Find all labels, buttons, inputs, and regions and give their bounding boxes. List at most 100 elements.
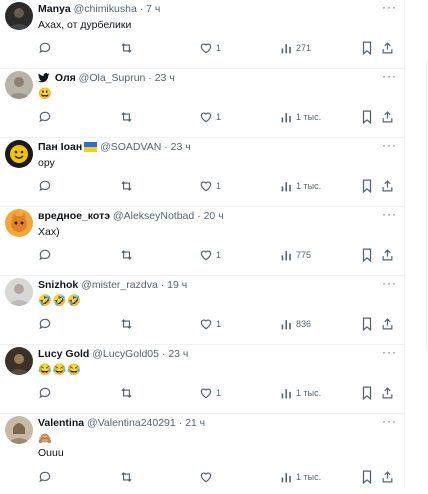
like-button[interactable]: 1 — [199, 316, 221, 332]
bookmark-button[interactable] — [361, 469, 373, 485]
views-icon — [280, 111, 293, 124]
timestamp[interactable]: 23 ч — [168, 348, 188, 360]
separator: · — [148, 72, 152, 84]
avatar[interactable] — [5, 2, 33, 30]
reply-button[interactable] — [38, 40, 52, 56]
user-handle[interactable]: @AlekseyNotbad — [113, 210, 194, 222]
avatar[interactable] — [5, 278, 33, 306]
retweet-button[interactable] — [119, 469, 134, 485]
views-button[interactable]: 1 тыс. — [280, 178, 321, 194]
more-options-icon[interactable]: ··· — [382, 414, 397, 428]
display-name[interactable]: Snizhok — [38, 279, 78, 291]
tweet-reply[interactable]: Пан Іоан @SOADVAN · 23 ч ··· ору 1 1 тыс… — [0, 138, 404, 207]
timestamp[interactable]: 7 ч — [146, 3, 160, 15]
more-options-icon[interactable]: ··· — [382, 276, 397, 290]
more-options-icon[interactable]: ··· — [382, 0, 397, 14]
reply-icon — [38, 110, 52, 124]
reply-button[interactable] — [38, 316, 52, 332]
retweet-icon — [119, 179, 134, 193]
views-button[interactable]: 1 тыс. — [280, 109, 321, 125]
tweet-reply[interactable]: Lucy Gold @LucyGold05 · 23 ч ··· 😂😂😂 1 1… — [0, 345, 404, 414]
reply-button[interactable] — [38, 247, 52, 263]
avatar[interactable] — [5, 347, 33, 375]
timestamp[interactable]: 19 ч — [167, 279, 187, 291]
display-name[interactable]: Оля — [55, 72, 76, 84]
views-button[interactable]: 271 — [280, 40, 311, 56]
display-name[interactable]: Lucy Gold — [38, 348, 89, 360]
bookmark-button[interactable] — [361, 385, 373, 401]
share-button[interactable] — [381, 40, 394, 56]
display-name[interactable]: вредное_котэ — [38, 210, 110, 222]
share-button[interactable] — [381, 385, 394, 401]
views-button[interactable]: 836 — [280, 316, 311, 332]
share-button[interactable] — [381, 109, 394, 125]
display-name[interactable]: Valentina — [38, 417, 84, 429]
separator: · — [139, 3, 144, 15]
share-button[interactable] — [381, 247, 394, 263]
bookmark-icon — [361, 110, 373, 124]
bookmark-button[interactable] — [361, 316, 373, 332]
tweet-reply[interactable]: Оля @Ola_Suprun · 23 ч ··· 😃 1 1 тыс. — [0, 69, 404, 138]
like-button[interactable]: 1 — [199, 178, 221, 194]
reply-button[interactable] — [38, 178, 52, 194]
views-button[interactable]: 1 тыс. — [280, 469, 321, 485]
more-options-icon[interactable]: ··· — [382, 345, 397, 359]
retweet-button[interactable] — [119, 385, 134, 401]
separator: · — [160, 279, 165, 291]
like-button[interactable]: 1 — [199, 385, 221, 401]
avatar[interactable] — [5, 416, 33, 444]
user-handle[interactable]: @SOADVAN — [100, 141, 161, 153]
timestamp[interactable]: 23 ч — [171, 141, 191, 153]
bird-icon — [38, 73, 50, 87]
avatar[interactable] — [5, 140, 33, 168]
retweet-button[interactable] — [119, 178, 134, 194]
reply-button[interactable] — [38, 109, 52, 125]
views-count: 1 тыс. — [296, 388, 322, 398]
bookmark-button[interactable] — [361, 247, 373, 263]
retweet-button[interactable] — [119, 109, 134, 125]
like-button[interactable] — [199, 469, 216, 485]
more-options-icon[interactable]: ··· — [382, 69, 397, 83]
more-options-icon[interactable]: ··· — [382, 207, 397, 221]
display-name[interactable]: Manya — [38, 3, 71, 15]
retweet-button[interactable] — [119, 40, 134, 56]
share-button[interactable] — [381, 469, 394, 485]
bookmark-button[interactable] — [361, 178, 373, 194]
share-button[interactable] — [381, 178, 394, 194]
bookmark-icon — [361, 470, 373, 484]
retweet-button[interactable] — [119, 247, 134, 263]
avatar[interactable] — [5, 71, 33, 99]
heart-icon — [199, 317, 213, 331]
reply-button[interactable] — [38, 469, 52, 485]
bookmark-button[interactable] — [361, 109, 373, 125]
bookmark-icon — [361, 386, 373, 400]
reply-button[interactable] — [38, 385, 52, 401]
display-name[interactable]: Пан Іоан — [38, 141, 82, 153]
share-button[interactable] — [381, 316, 394, 332]
avatar[interactable] — [5, 209, 33, 237]
timestamp[interactable]: 21 ч — [185, 417, 205, 429]
user-handle[interactable]: @Ola_Suprun — [79, 72, 146, 84]
views-button[interactable]: 1 тыс. — [280, 385, 321, 401]
tweet-reply[interactable]: Snizhok @mister_razdva · 19 ч ··· 🤣🤣🤣 1 … — [0, 276, 404, 345]
retweet-button[interactable] — [119, 316, 134, 332]
user-handle[interactable]: @Valentina240291 — [87, 417, 176, 429]
tweet-reply[interactable]: Manya @chimikusha · 7 ч ··· Ахах, от дур… — [0, 0, 404, 69]
reply-icon — [38, 386, 52, 400]
user-handle[interactable]: @LucyGold05 — [92, 348, 159, 360]
like-button[interactable]: 1 — [199, 40, 221, 56]
tweet-reply[interactable]: вредное_котэ @AlekseyNotbad · 20 ч ··· Х… — [0, 207, 404, 276]
bookmark-button[interactable] — [361, 40, 373, 56]
like-button[interactable]: 1 — [199, 109, 221, 125]
timestamp[interactable]: 23 ч — [155, 72, 175, 84]
share-icon — [381, 248, 394, 262]
action-bar: 1 1 тыс. — [0, 178, 404, 194]
tweet-reply[interactable]: Valentina @Valentina240291 · 21 ч ··· 🙈 … — [0, 414, 404, 494]
user-handle[interactable]: @chimikusha — [74, 3, 137, 15]
timestamp[interactable]: 20 ч — [204, 210, 224, 222]
bookmark-icon — [361, 41, 373, 55]
views-button[interactable]: 775 — [280, 247, 311, 263]
like-button[interactable]: 1 — [199, 247, 221, 263]
user-handle[interactable]: @mister_razdva — [81, 279, 158, 291]
more-options-icon[interactable]: ··· — [382, 138, 397, 152]
